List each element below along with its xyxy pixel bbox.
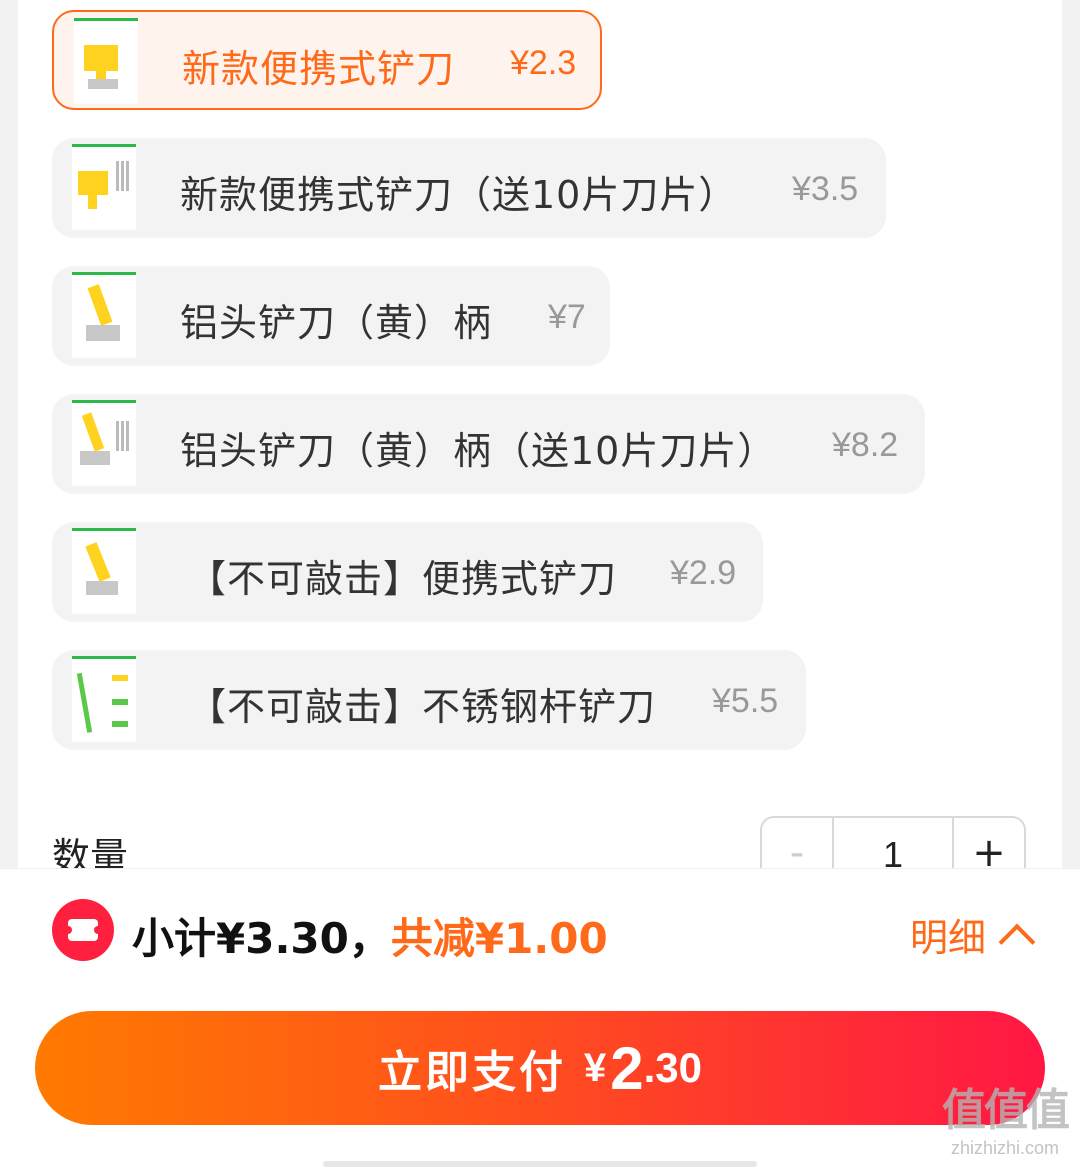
variant-option-5[interactable]: 【不可敲击】便携式铲刀 ¥2.9 [52,522,763,622]
scraper-icon [80,412,129,465]
price-detail-toggle[interactable]: 明细 [910,907,1036,962]
watermark-logo: 值值值 [942,1085,1070,1136]
product-thumbnail [72,144,136,230]
scraper-icon [85,542,118,595]
variant-price: ¥8.2 [832,426,899,464]
variant-name: 【不可敲击】便携式铲刀 [188,557,618,601]
variant-name: 新款便携式铲刀（送10片刀片） [180,173,738,217]
variant-price: ¥2.3 [510,44,577,82]
scraper-icon [76,672,128,733]
subtotal-text: 小计¥3.30， [132,914,391,963]
variant-price: ¥3.5 [792,170,859,208]
variant-option-6[interactable]: 【不可敲击】不锈钢杆铲刀 ¥5.5 [52,650,806,750]
pay-now-button[interactable]: 立即支付 ¥ 2 .30 [35,1011,1045,1125]
variant-name: 【不可敲击】不锈钢杆铲刀 [188,685,657,729]
pay-amount-integer: 2 [610,1034,644,1102]
scraper-icon [84,45,118,89]
variant-option-2[interactable]: 新款便携式铲刀（送10片刀片） ¥3.5 [52,138,886,238]
variant-name: 铝头铲刀（黄）柄 [180,301,493,345]
coupon-icon [52,899,114,961]
product-thumbnail [74,18,138,104]
variant-option-4[interactable]: 铝头铲刀（黄）柄（送10片刀片） ¥8.2 [52,394,925,494]
pay-currency: ¥ [583,1045,607,1090]
watermark: 值值值 zhizhizhi.com [942,1074,1070,1159]
scraper-icon [86,284,120,341]
discount-text: 共减¥1.00 [390,914,608,963]
variant-price: ¥2.9 [670,554,737,592]
price-summary: 小计¥3.30，共减¥1.00 [132,905,608,966]
checkout-bar: 小计¥3.30，共减¥1.00 明细 立即支付 ¥ 2 .30 值值值 zhiz… [0,868,1080,1171]
product-thumbnail [72,400,136,486]
variant-price: ¥7 [548,298,586,336]
variant-name: 铝头铲刀（黄）柄（送10片刀片） [180,429,777,473]
scraper-icon [78,161,129,209]
pay-amount-decimal: .30 [643,1044,702,1091]
product-thumbnail [72,528,136,614]
product-thumbnail [72,656,136,742]
product-thumbnail [72,272,136,358]
variant-option-1[interactable]: 新款便携式铲刀 ¥2.3 [52,10,602,110]
watermark-url: zhizhizhi.com [950,1138,1060,1158]
variant-price: ¥5.5 [712,682,779,720]
variant-option-3[interactable]: 铝头铲刀（黄）柄 ¥7 [52,266,610,366]
variant-name: 新款便携式铲刀 [182,47,456,91]
pay-label: 立即支付 [377,1047,566,1098]
chevron-up-icon [998,923,1036,960]
home-indicator [323,1161,757,1167]
detail-label: 明细 [910,916,987,960]
